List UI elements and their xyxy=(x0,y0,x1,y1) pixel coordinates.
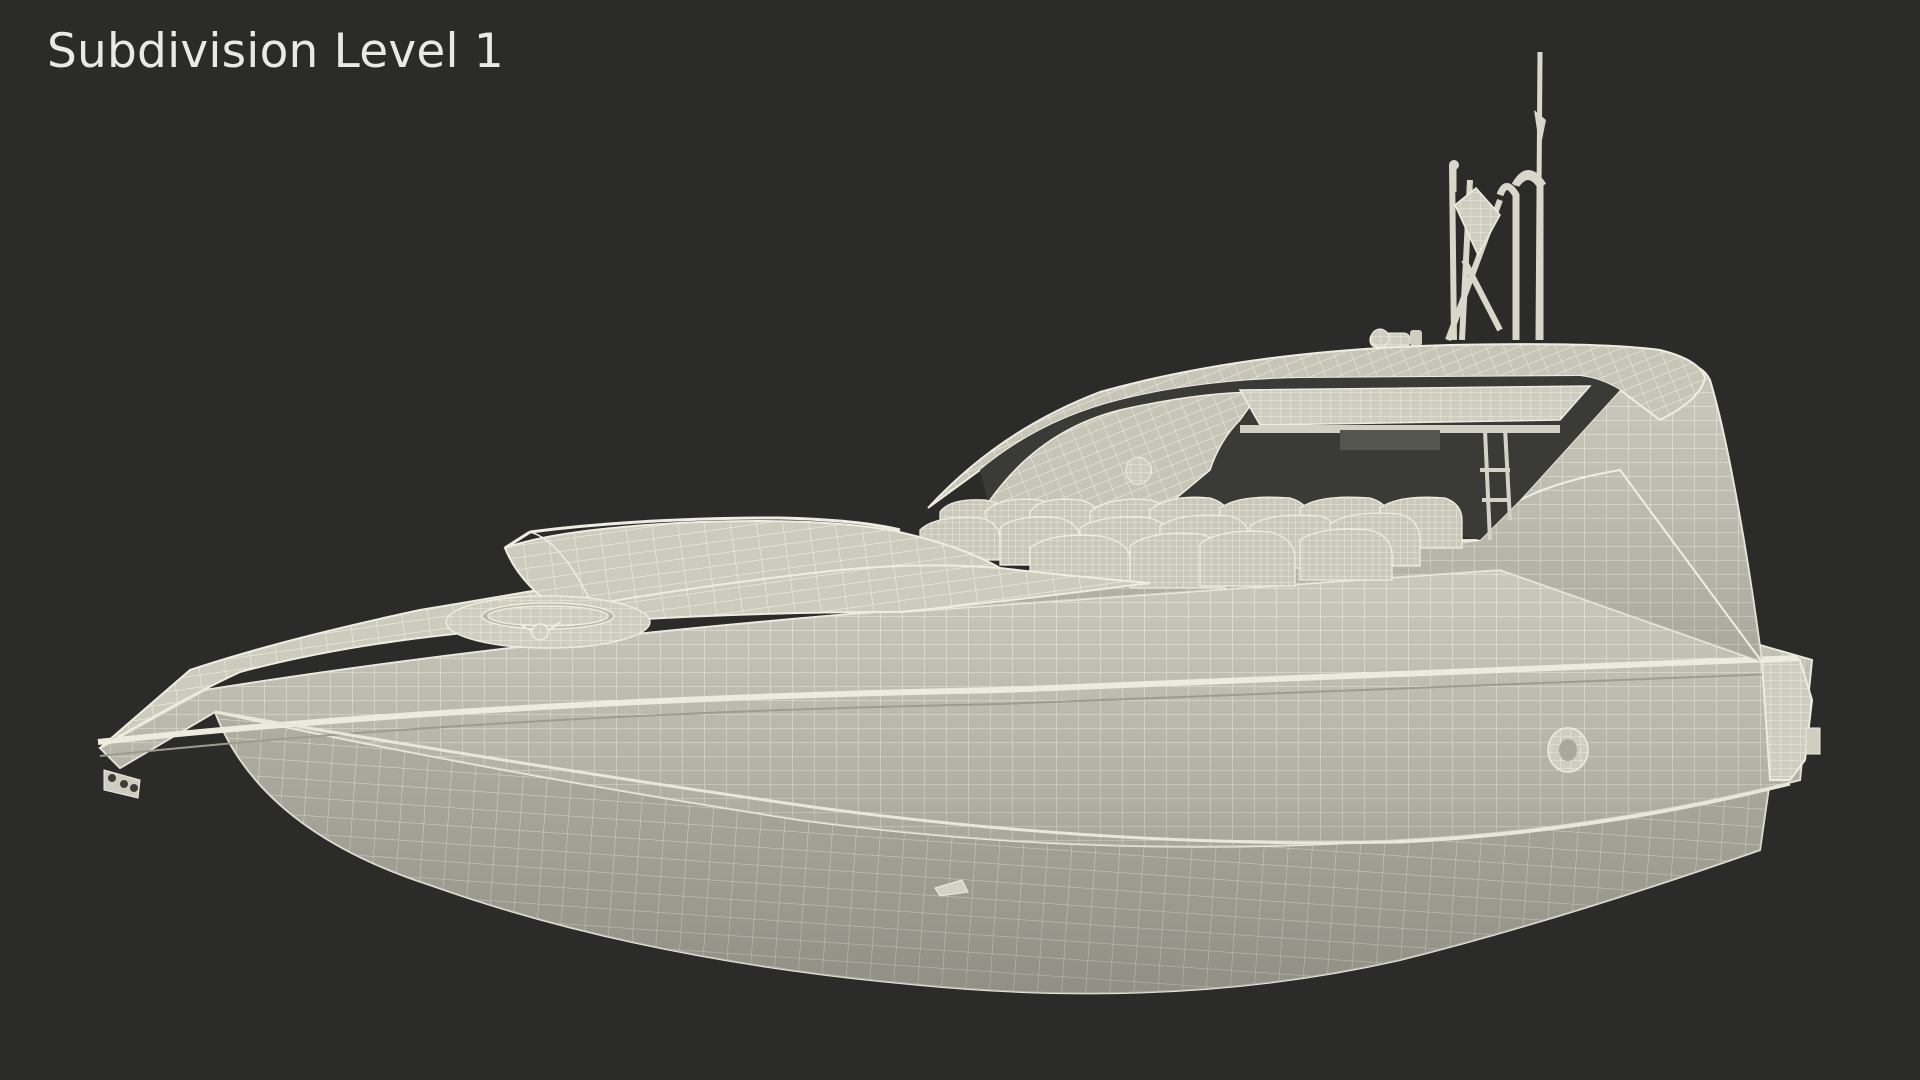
mast-assembly xyxy=(1369,51,1547,348)
stern xyxy=(1760,658,1814,781)
life-ring xyxy=(445,595,651,649)
bow-fitting xyxy=(103,769,141,799)
boat-render xyxy=(97,51,1821,995)
